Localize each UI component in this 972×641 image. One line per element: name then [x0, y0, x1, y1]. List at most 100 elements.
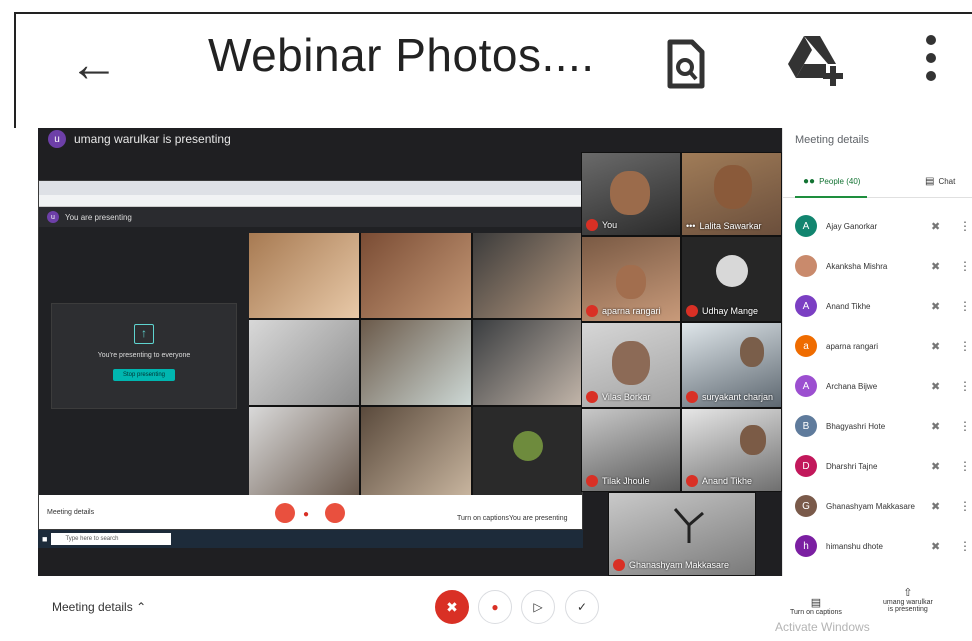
windows-start-icon[interactable]: ■ [42, 534, 47, 544]
shared-camera-button[interactable] [325, 503, 345, 523]
presenter-banner: u umang warulkar is presenting [48, 130, 231, 148]
list-item[interactable]: A Archana Bijwe ✖ ⋮ [783, 366, 972, 406]
screenshot-frame: ← Webinar Photos.... u umang warulkar is… [0, 0, 972, 641]
shared-hangup-icon[interactable]: ● [303, 509, 309, 520]
mic-off-icon: ✖ [931, 500, 941, 513]
list-item[interactable]: A Ajay Ganorkar ✖ ⋮ [783, 206, 972, 246]
shared-captions-label[interactable]: Turn on captions [457, 515, 509, 522]
participant-avatar: A [795, 215, 817, 237]
participant-avatar: G [795, 495, 817, 517]
people-list: A Ajay Ganorkar ✖ ⋮ Akanksha Mishra ✖ ⋮ … [783, 206, 972, 566]
check-icon: ✓ [576, 600, 588, 614]
mic-off-icon [586, 391, 598, 403]
mic-off-icon [686, 305, 698, 317]
presenting-status-button[interactable]: ⇧ umang warulkar is presenting [883, 586, 933, 613]
browser-url-bar [39, 195, 582, 207]
mic-off-icon: ✖ [931, 220, 941, 233]
more-vert-icon[interactable]: ⋮ [959, 539, 971, 553]
taskbar-search[interactable]: Type here to search [51, 533, 172, 545]
hangup-button[interactable]: ● [478, 590, 512, 624]
shared-presenting-text: You are presenting [65, 212, 132, 222]
participant-face [714, 165, 752, 209]
participant-name: Akanksha Mishra [826, 261, 888, 271]
mic-off-icon: ✖ [931, 260, 941, 273]
check-button[interactable]: ✓ [565, 590, 599, 624]
hangup-icon: ● [491, 600, 499, 614]
list-item[interactable]: A Anand Tikhe ✖ ⋮ [783, 286, 972, 326]
shared-avatar-photo [513, 431, 543, 461]
mic-off-icon: ✖ [446, 598, 458, 615]
mic-off-button[interactable]: ✖ [435, 590, 469, 624]
more-icon[interactable]: ••• [686, 221, 695, 231]
stop-presenting-button[interactable]: Stop presenting [112, 369, 176, 381]
video-tile: Anand Tikhe [681, 408, 782, 492]
participant-avatar: B [795, 415, 817, 437]
more-vert-icon[interactable]: ⋮ [959, 499, 971, 513]
shared-video-grid [249, 233, 582, 495]
participant-name: Archana Bijwe [826, 381, 878, 391]
present-screen-icon: ⇧ [903, 587, 913, 599]
shared-meeting-details[interactable]: Meeting details [47, 509, 94, 516]
present-screen-icon: ↑ [134, 324, 154, 344]
add-to-drive-icon[interactable] [786, 34, 850, 88]
more-vert-icon[interactable]: ⋮ [959, 219, 971, 233]
mic-off-icon: ✖ [931, 420, 941, 433]
tile-name: You [586, 219, 617, 231]
meeting-details-button[interactable]: Meeting details ⌃ [52, 600, 146, 614]
more-vert-icon[interactable]: ⋮ [959, 339, 971, 353]
video-tile: suryakant charjan [681, 322, 782, 408]
shared-tile [473, 320, 582, 405]
participant-avatar: h [795, 535, 817, 557]
tab-chat[interactable]: ▤ Chat [925, 176, 955, 187]
presenter-text: umang warulkar is presenting [74, 132, 231, 146]
participant-avatar [795, 255, 817, 277]
meeting-stage: u umang warulkar is presenting u You are… [38, 128, 782, 576]
participant-face [610, 171, 650, 215]
mic-off-icon: ✖ [931, 340, 941, 353]
participant-name: himanshu dhote [826, 541, 883, 551]
list-item[interactable]: B Bhagyashri Hote ✖ ⋮ [783, 406, 972, 446]
shared-tile [473, 407, 582, 495]
more-vert-icon[interactable]: ⋮ [959, 419, 971, 433]
side-tabs: ●● People (40) ▤ Chat [783, 168, 972, 198]
more-vert-icon[interactable]: ⋮ [959, 299, 971, 313]
more-vert-icon[interactable] [921, 32, 941, 86]
captions-button[interactable]: ▤ Turn on captions [790, 596, 842, 616]
more-vert-icon[interactable]: ⋮ [959, 459, 971, 473]
video-tile: aparna rangari [581, 236, 681, 322]
activate-windows-watermark: Activate Windows [775, 620, 870, 634]
find-in-document-icon[interactable] [664, 38, 708, 90]
mic-off-icon: ✖ [931, 540, 941, 553]
tile-name: suryakant charjan [686, 391, 773, 403]
back-arrow-icon[interactable]: ← [66, 36, 122, 92]
tab-people[interactable]: ●● People (40) [803, 176, 860, 187]
more-vert-icon[interactable]: ⋮ [959, 259, 971, 273]
shared-presenting-label[interactable]: You are presenting [509, 515, 568, 522]
participant-avatar: A [795, 375, 817, 397]
shared-avatar: u [47, 211, 59, 223]
list-item[interactable]: h himanshu dhote ✖ ⋮ [783, 526, 972, 566]
video-tile: ••• Lalita Sawarkar [681, 152, 782, 236]
list-item[interactable]: D Dharshri Tajne ✖ ⋮ [783, 446, 972, 486]
presenting-card: ↑ You're presenting to everyone Stop pre… [51, 303, 237, 409]
participant-name: Ghanashyam Makkasare [826, 501, 915, 511]
tile-name: Udhay Mange [686, 305, 758, 317]
video-tile: Tilak Jhoule [581, 408, 681, 492]
list-item[interactable]: Akanksha Mishra ✖ ⋮ [783, 246, 972, 286]
video-tile: You [581, 152, 681, 236]
list-item[interactable]: a aparna rangari ✖ ⋮ [783, 326, 972, 366]
shared-tile [249, 233, 359, 318]
presenter-avatar: u [48, 130, 66, 148]
shared-presenting-bar: u You are presenting [39, 207, 582, 227]
tile-name: Anand Tikhe [686, 475, 752, 487]
participant-name: Dharshri Tajne [826, 461, 878, 471]
mic-off-icon [586, 475, 598, 487]
shared-mic-button[interactable] [275, 503, 295, 523]
captions-icon: ▤ [810, 597, 822, 609]
more-vert-icon[interactable]: ⋮ [959, 379, 971, 393]
tile-name: ••• Lalita Sawarkar [686, 221, 762, 231]
list-item[interactable]: G Ghanashyam Makkasare ✖ ⋮ [783, 486, 972, 526]
participant-face [616, 265, 646, 299]
camera-button[interactable]: ▷ [521, 590, 555, 624]
video-tile: Udhay Mange [681, 236, 782, 322]
